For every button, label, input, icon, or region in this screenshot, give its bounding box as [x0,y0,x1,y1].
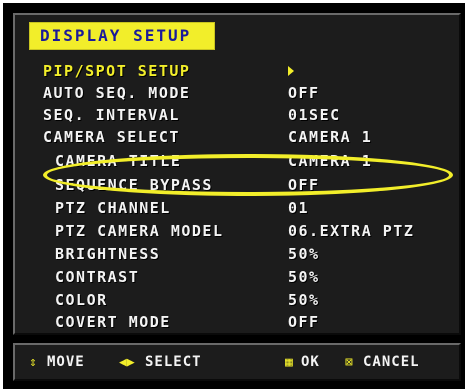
osd-screen: DISPLAY SETUP PIP/SPOT SETUP AUTO SEQ. M… [3,3,465,389]
annotation-ellipse [43,154,453,196]
brightness-value[interactable]: 50% [288,245,320,263]
menu-item-pip-spot-setup[interactable]: PIP/SPOT SETUP [43,62,190,80]
ptz-channel-value[interactable]: 01 [288,199,309,217]
menu-item-camera-select[interactable]: CAMERA SELECT [43,128,180,146]
menu-title: DISPLAY SETUP [40,26,192,45]
seq-interval-value[interactable]: 01SEC [288,106,341,124]
covert-mode-value[interactable]: OFF [288,313,320,331]
menu-item-contrast[interactable]: CONTRAST [55,268,139,286]
left-right-arrows-icon: ◀▶ [119,355,135,370]
color-value[interactable]: 50% [288,291,320,309]
menu-item-auto-seq-mode[interactable]: AUTO SEQ. MODE [43,84,190,102]
menu-item-brightness[interactable]: BRIGHTNESS [55,245,160,263]
boxed-x-icon: ⊠ [345,355,353,370]
menu-item-seq-interval[interactable]: SEQ. INTERVAL [43,106,180,124]
move-hint: MOVE [47,354,85,370]
menu-title-box: DISPLAY SETUP [29,22,215,50]
up-down-arrows-icon: ⇕ [29,355,37,370]
ptz-camera-model-value[interactable]: 06.EXTRA PTZ [288,222,414,240]
auto-seq-mode-value[interactable]: OFF [288,84,320,102]
cancel-hint: CANCEL [363,354,420,370]
display-setup-panel: DISPLAY SETUP PIP/SPOT SETUP AUTO SEQ. M… [13,13,461,335]
ok-hint: OK [301,354,320,370]
square-icon: ▦ [285,355,293,370]
contrast-value[interactable]: 50% [288,268,320,286]
menu-item-covert-mode[interactable]: COVERT MODE [55,313,171,331]
select-hint: SELECT [145,354,202,370]
menu-item-ptz-channel[interactable]: PTZ CHANNEL [55,199,171,217]
menu-item-color[interactable]: COLOR [55,291,108,309]
menu-item-ptz-camera-model[interactable]: PTZ CAMERA MODEL [55,222,224,240]
submenu-arrow-icon [288,66,294,76]
key-help-bar: ⇕ MOVE ◀▶ SELECT ▦ OK ⊠ CANCEL [13,343,461,381]
camera-select-value[interactable]: CAMERA 1 [288,128,372,146]
